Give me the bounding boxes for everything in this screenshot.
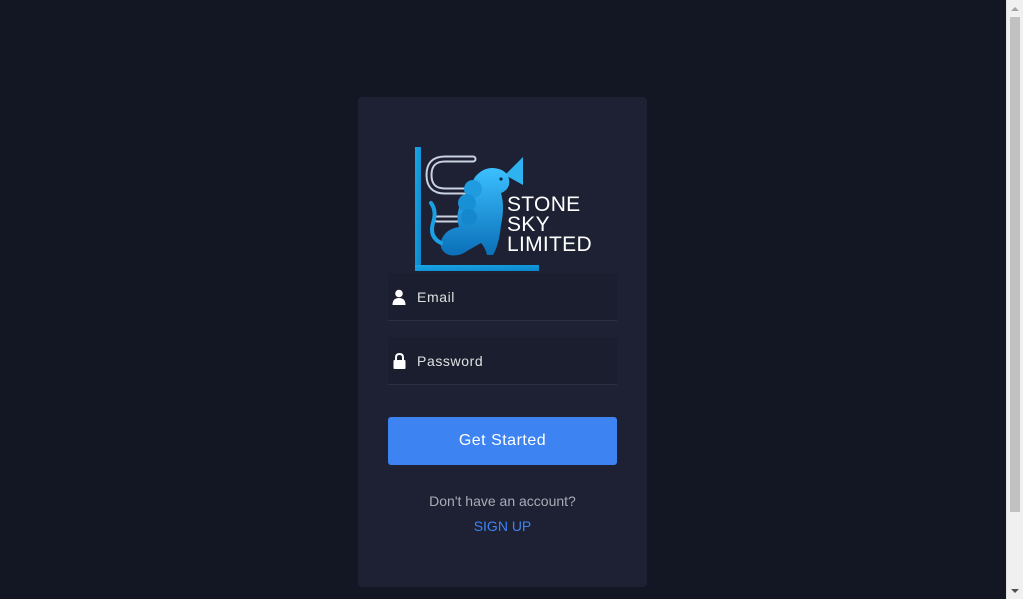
email-field-container[interactable]: [388, 273, 617, 321]
company-logo: STONE SKY LIMITED: [415, 147, 595, 273]
password-input[interactable]: [417, 352, 617, 369]
page-viewport: STONE SKY LIMITED Get S: [0, 0, 1006, 599]
vertical-scrollbar[interactable]: [1006, 0, 1023, 599]
signup-prompt-text: Don't have an account?: [429, 493, 576, 509]
logo-wordmark: STONE SKY LIMITED: [507, 193, 592, 256]
scrollbar-thumb[interactable]: [1010, 17, 1020, 512]
logo-line-limited: LIMITED: [507, 233, 592, 256]
get-started-button[interactable]: Get Started: [388, 417, 617, 465]
user-icon: [390, 288, 408, 306]
logo-line-stone: STONE: [507, 193, 581, 216]
signup-link[interactable]: SIGN UP: [358, 518, 647, 534]
email-input[interactable]: [417, 288, 617, 305]
scroll-up-arrow-icon[interactable]: [1007, 0, 1023, 17]
scroll-down-arrow-icon[interactable]: [1007, 582, 1023, 599]
login-card: STONE SKY LIMITED Get S: [358, 97, 647, 587]
lock-icon: [390, 352, 408, 370]
logo-line-sky: SKY: [507, 213, 550, 236]
password-field-container[interactable]: [388, 337, 617, 385]
